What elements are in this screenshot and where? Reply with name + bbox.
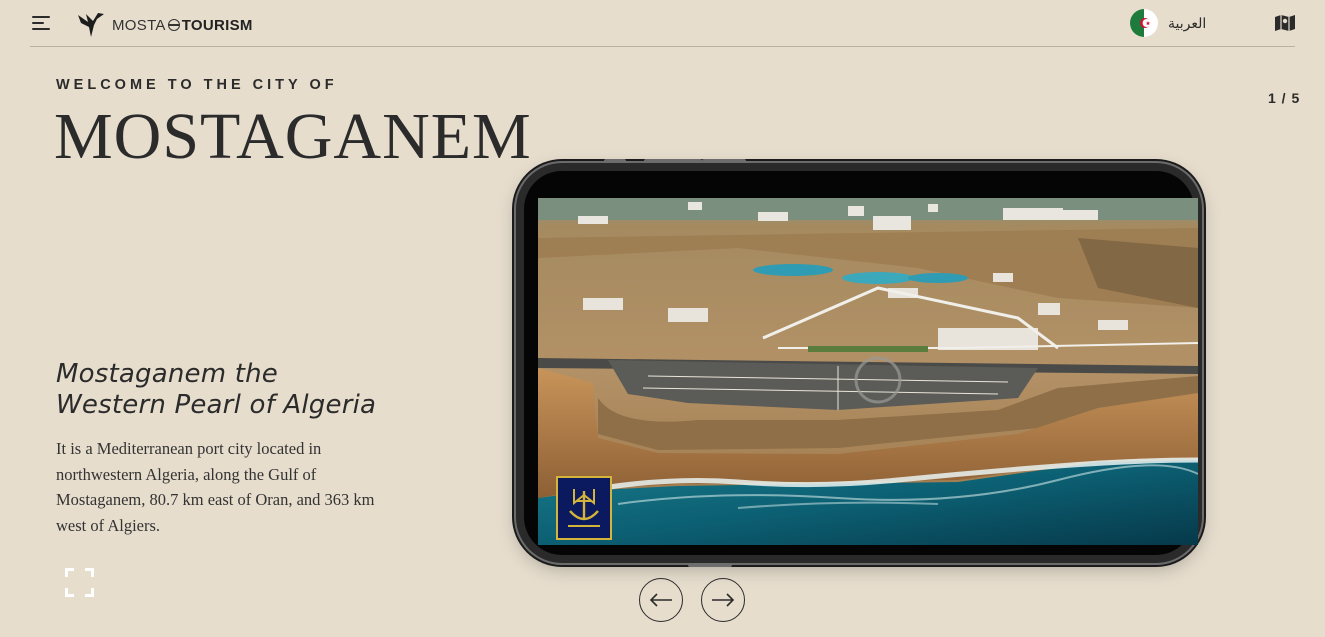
slide-image [538, 198, 1198, 545]
language-label: العربية [1168, 14, 1207, 31]
prev-slide-button[interactable] [639, 578, 683, 622]
hamburger-menu-icon[interactable] [32, 15, 50, 31]
hero-subtitle: Mostaganem the Western Pearl of Algeria [56, 359, 376, 421]
logo-text: MOSTA TOURISM [112, 17, 253, 34]
logo-text-tourism: TOURISM [181, 16, 253, 34]
map-icon[interactable] [1274, 14, 1296, 32]
hero-description: It is a Mediterranean port city located … [56, 439, 375, 535]
hero-subtitle-line1: Mostaganem the [56, 359, 278, 389]
algeria-flag-icon [1130, 9, 1158, 37]
bird-logo-icon [78, 13, 104, 37]
hero-title: MOSTAGANEM [54, 100, 532, 173]
arrow-left-icon [649, 593, 672, 607]
arrow-right-icon [712, 593, 735, 607]
phone-mockup [516, 159, 1202, 567]
slide-counter: 1 / 5 [1268, 90, 1301, 106]
fullscreen-icon[interactable] [65, 568, 94, 597]
logo[interactable]: MOSTA TOURISM [76, 11, 253, 39]
hero-subtitle-line2: Western Pearl of Algeria [56, 390, 377, 420]
top-header: MOSTA TOURISM العربية [30, 0, 1295, 47]
next-slide-button[interactable] [701, 578, 745, 622]
logo-separator-icon [167, 19, 180, 31]
logo-text-mosta: MOSTA [112, 16, 166, 34]
anchor-emblem-icon [556, 476, 612, 540]
language-switcher[interactable]: العربية [1130, 9, 1206, 37]
aerial-coast-illustration [538, 198, 1198, 545]
hero-eyebrow: WELCOME TO THE CITY OF [56, 77, 338, 93]
